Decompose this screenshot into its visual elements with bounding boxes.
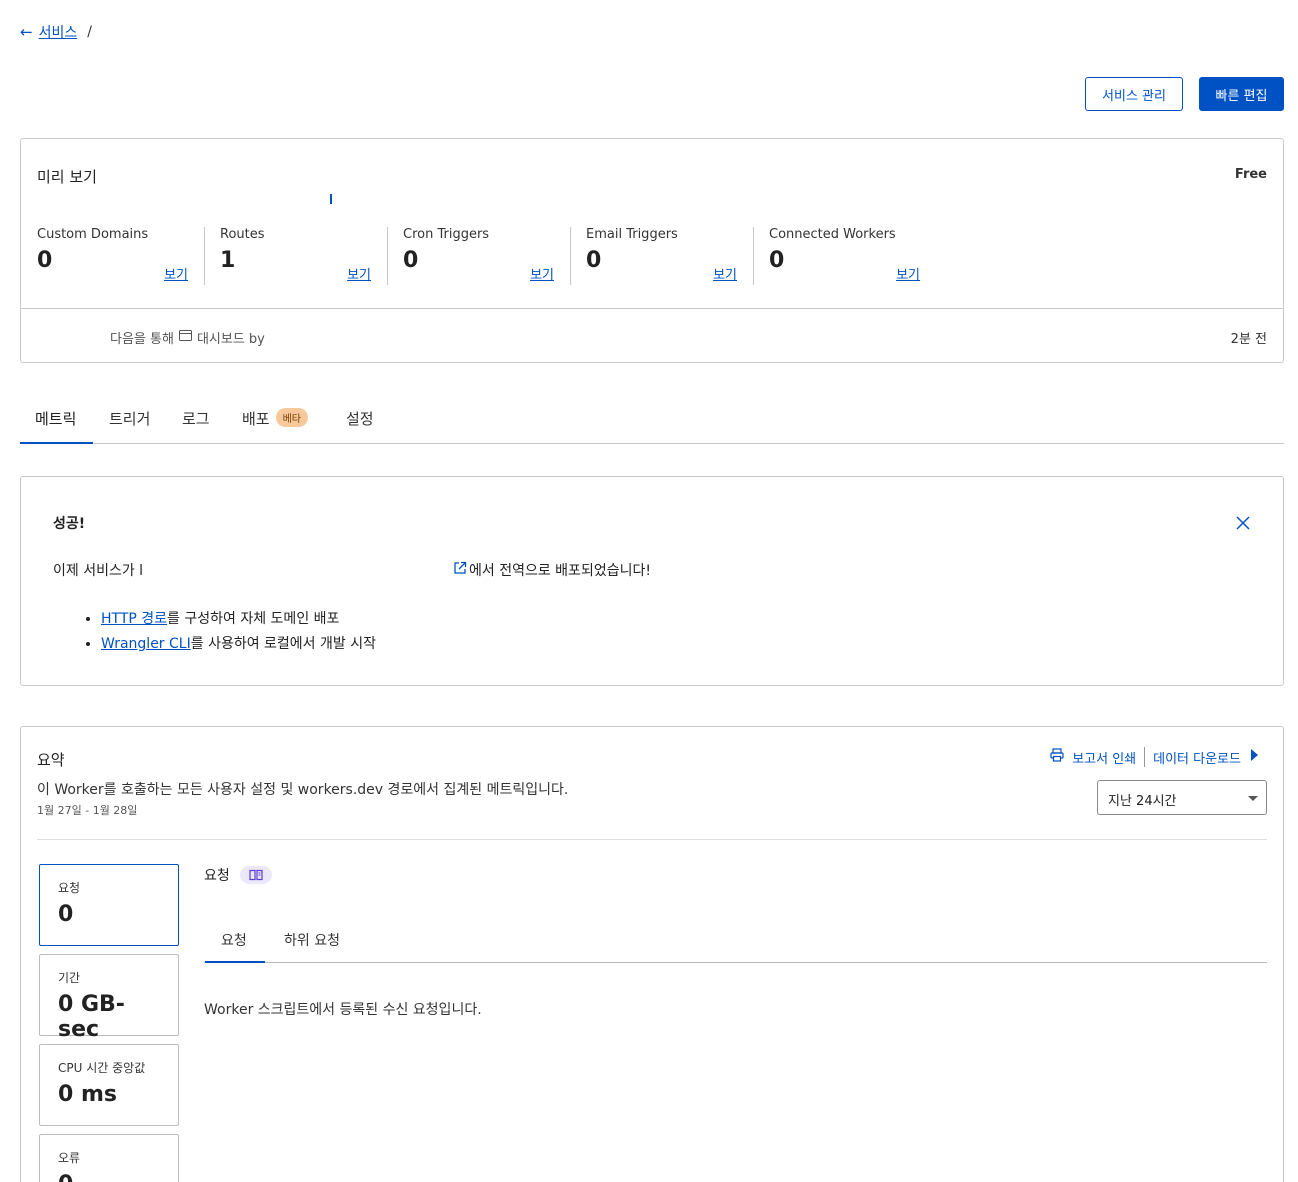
metric-value: 0 [58, 1172, 160, 1182]
stat-label: Email Triggers [586, 227, 678, 242]
view-connected-workers-link[interactable]: 보기 [896, 264, 920, 283]
footer-source-text: 대시보드 by [196, 332, 265, 347]
success-title: 성공! [53, 516, 86, 532]
stat-label: Cron Triggers [403, 227, 490, 242]
loading-indicator [330, 194, 332, 204]
metric-value: 0 ms [58, 1082, 117, 1107]
action-divider [1144, 747, 1146, 767]
next-steps-list: HTTP 경로를 구성하여 자체 도메인 배포 Wrangler CLI를 사용… [81, 607, 376, 657]
dashboard-icon [178, 330, 192, 345]
http-routes-link[interactable]: HTTP 경로 [101, 611, 167, 627]
tab-triggers[interactable]: 트리거 [109, 408, 150, 429]
list-item-text: 를 구성하여 자체 도메인 배포 [167, 611, 340, 627]
close-icon[interactable] [1235, 515, 1251, 531]
footer-via-text: 다음을 통해 [110, 332, 174, 347]
download-data-link[interactable]: 데이터 다운로드 [1153, 748, 1241, 767]
tab-settings[interactable]: 설정 [346, 408, 374, 429]
active-sub-tab-indicator [205, 961, 265, 963]
stat-divider [570, 227, 571, 285]
deployment-source: 다음을 통해 대시보드 by [110, 328, 265, 347]
sub-tab-requests[interactable]: 요청 [221, 930, 247, 950]
quick-edit-button[interactable]: 빠른 편집 [1199, 77, 1284, 111]
stat-custom-domains: Custom Domains 0 보기 [37, 227, 204, 285]
metric-value: 0 [58, 902, 74, 927]
print-icon[interactable] [1050, 748, 1064, 766]
preview-title: 미리 보기 [37, 168, 97, 186]
sub-tab-subrequests[interactable]: 하위 요청 [284, 930, 340, 950]
plan-badge: Free [1234, 167, 1267, 182]
active-tab-indicator [20, 442, 93, 444]
metric-label: 오류 [58, 1151, 81, 1165]
tab-metrics[interactable]: 메트릭 [35, 408, 76, 429]
preview-footer: 다음을 통해 대시보드 by 2분 전 [21, 308, 1283, 364]
stat-divider [387, 227, 388, 285]
stat-label: Custom Domains [37, 227, 149, 242]
chevron-down-icon [1248, 796, 1258, 801]
metric-cpu-time[interactable]: CPU 시간 중앙값 0 ms [39, 1044, 179, 1126]
manage-service-button[interactable]: 서비스 관리 [1085, 77, 1183, 111]
arrow-left-icon[interactable]: ← [20, 23, 33, 41]
beta-badge: 베타 [275, 408, 309, 427]
time-range-select[interactable]: 지난 24시간 [1097, 780, 1267, 815]
view-routes-link[interactable]: 보기 [347, 264, 371, 283]
wrangler-cli-link[interactable]: Wrangler CLI [101, 636, 191, 652]
summary-divider [37, 839, 1267, 840]
list-item: Wrangler CLI를 사용하여 로컬에서 개발 시작 [101, 632, 376, 657]
book-icon[interactable] [239, 866, 272, 884]
time-range-value: 지난 24시간 [1108, 794, 1177, 809]
metric-label: 기간 [58, 971, 81, 985]
tab-deployments[interactable]: 배포 베타 [242, 408, 309, 429]
metric-label: 요청 [58, 881, 81, 895]
metric-duration[interactable]: 기간 0 GB-sec [39, 954, 179, 1042]
stat-cron-triggers: Cron Triggers 0 보기 [403, 227, 570, 285]
breadcrumb-services-link[interactable]: 서비스 [39, 22, 78, 42]
success-message-end-text: 에서 전역으로 배포되었습니다! [469, 563, 651, 579]
summary-date-range: 1월 27일 - 1월 28일 [37, 804, 138, 817]
last-deployed-time: 2분 전 [1230, 332, 1267, 347]
print-report-link[interactable]: 보고서 인쇄 [1072, 748, 1136, 767]
stat-label: Connected Workers [769, 227, 896, 242]
breadcrumb: ← 서비스 / [20, 22, 92, 42]
breadcrumb-separator: / [87, 24, 92, 40]
tab-deployments-label: 배포 [242, 410, 270, 428]
stat-divider [204, 227, 205, 285]
view-email-triggers-link[interactable]: 보기 [713, 264, 737, 283]
preview-card: 미리 보기 Free Custom Domains 0 보기 Routes 1 … [20, 138, 1284, 363]
metric-requests[interactable]: 요청 0 [39, 864, 179, 946]
view-cron-triggers-link[interactable]: 보기 [530, 264, 554, 283]
summary-card: 요약 이 Worker를 호출하는 모든 사용자 설정 및 workers.de… [20, 726, 1284, 1182]
view-custom-domains-link[interactable]: 보기 [164, 264, 188, 283]
success-message-end: 에서 전역으로 배포되었습니다! [453, 560, 651, 580]
metric-value: 0 GB-sec [58, 992, 125, 1042]
success-banner: 성공! 이제 서비스가 l 에서 전역으로 배포되었습니다! HTTP 경로를 … [20, 476, 1284, 686]
success-message: 이제 서비스가 l [53, 563, 144, 579]
requests-heading: 요청 [204, 865, 272, 885]
stat-label: Routes [220, 227, 265, 242]
list-item: HTTP 경로를 구성하여 자체 도메인 배포 [101, 607, 376, 632]
stat-divider [753, 227, 754, 285]
requests-title: 요청 [204, 868, 230, 884]
main-tabs: 메트릭 트리거 로그 배포 베타 설정 [20, 398, 1284, 444]
summary-title: 요약 [37, 751, 65, 769]
requests-sub-tabs: 요청 하위 요청 [204, 920, 1267, 963]
summary-description: 이 Worker를 호출하는 모든 사용자 설정 및 workers.dev 경… [37, 782, 569, 798]
summary-actions: 보고서 인쇄 데이터 다운로드 [1050, 747, 1259, 767]
caret-right-icon[interactable] [1249, 748, 1259, 766]
stat-routes: Routes 1 보기 [220, 227, 387, 285]
list-item-text: 를 사용하여 로컬에서 개발 시작 [190, 636, 376, 652]
external-link-icon[interactable] [453, 561, 467, 579]
stat-email-triggers: Email Triggers 0 보기 [586, 227, 753, 285]
stat-connected-workers: Connected Workers 0 보기 [769, 227, 936, 285]
tab-logs[interactable]: 로그 [182, 408, 210, 429]
metric-errors[interactable]: 오류 0 [39, 1134, 179, 1182]
requests-description: Worker 스크립트에서 등록된 수신 요청입니다. [204, 1002, 482, 1018]
metric-label: CPU 시간 중앙값 [58, 1061, 146, 1075]
